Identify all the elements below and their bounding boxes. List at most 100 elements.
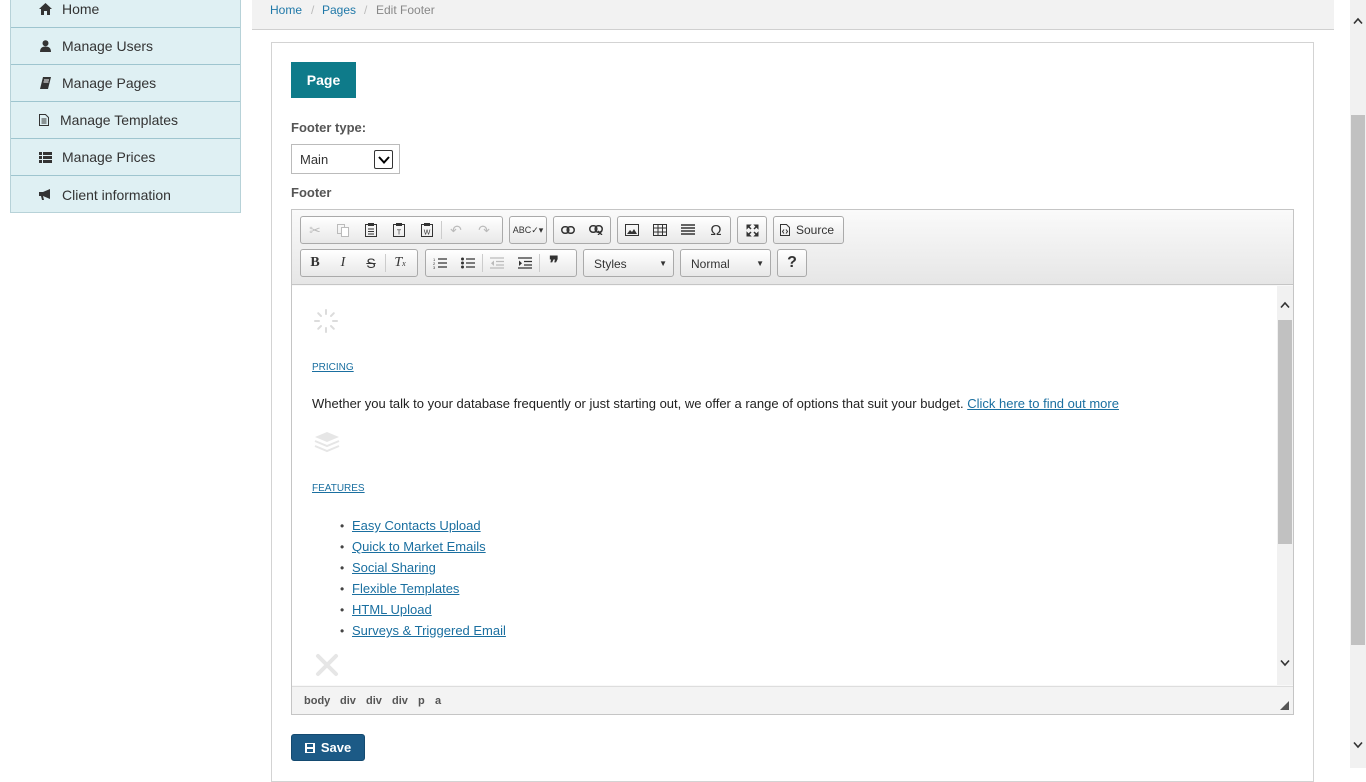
paste-word-icon[interactable]: W bbox=[413, 217, 441, 243]
sidebar-item-home[interactable]: Home bbox=[11, 0, 240, 28]
link-group bbox=[553, 216, 611, 244]
copy-icon[interactable] bbox=[329, 217, 357, 243]
feature-link[interactable]: HTML Upload bbox=[352, 602, 432, 617]
layers-icon bbox=[314, 432, 340, 453]
pricing-paragraph: Whether you talk to your database freque… bbox=[312, 396, 1119, 411]
source-label: Source bbox=[796, 223, 835, 237]
special-character-icon[interactable]: Ω bbox=[702, 217, 730, 243]
blockquote-icon[interactable]: ❞ bbox=[540, 250, 568, 276]
scroll-down-icon[interactable] bbox=[1353, 741, 1363, 749]
sidebar-item-label: Manage Templates bbox=[60, 112, 179, 128]
path-item[interactable]: body bbox=[304, 695, 330, 707]
strikethrough-icon[interactable]: S bbox=[357, 250, 385, 276]
footer-label: Footer bbox=[291, 185, 332, 200]
feature-link[interactable]: Quick to Market Emails bbox=[352, 539, 486, 554]
editor-content[interactable]: PRICING Whether you talk to your databas… bbox=[292, 286, 1277, 685]
help-icon[interactable]: ? bbox=[778, 250, 806, 276]
footer-type-value: Main bbox=[300, 152, 329, 167]
bullhorn-icon bbox=[38, 188, 52, 202]
resize-handle-icon[interactable] bbox=[1280, 701, 1289, 710]
unlink-icon[interactable] bbox=[582, 217, 610, 243]
breadcrumb-pages-link[interactable]: Pages bbox=[322, 3, 356, 17]
pricing-more-link[interactable]: Click here to find out more bbox=[967, 396, 1119, 411]
image-icon[interactable] bbox=[618, 217, 646, 243]
editor-scrollbar[interactable] bbox=[1277, 286, 1293, 685]
feature-link[interactable]: Flexible Templates bbox=[352, 581, 459, 596]
table-icon[interactable] bbox=[646, 217, 674, 243]
tab-page[interactable]: Page bbox=[291, 62, 356, 98]
horizontal-rule-icon[interactable] bbox=[674, 217, 702, 243]
save-label: Save bbox=[320, 740, 352, 755]
feature-link[interactable]: Easy Contacts Upload bbox=[352, 518, 481, 533]
list-item: • Surveys & Triggered Email bbox=[340, 623, 506, 638]
sidebar-item-prices[interactable]: Manage Prices bbox=[11, 139, 240, 176]
spinner-icon bbox=[314, 309, 338, 333]
italic-icon[interactable]: I bbox=[329, 250, 357, 276]
sidebar-item-users[interactable]: Manage Users bbox=[11, 28, 240, 65]
sidebar-item-templates[interactable]: Manage Templates bbox=[11, 102, 240, 139]
sidebar-item-label: Manage Prices bbox=[62, 149, 156, 165]
sidebar-item-client-information[interactable]: Client information bbox=[11, 176, 240, 213]
sidebar-item-label: Home bbox=[62, 1, 100, 17]
paragraph-group: 123 ❞ bbox=[425, 249, 577, 277]
element-path-bar: body div div div p a bbox=[292, 686, 1293, 714]
outdent-icon[interactable] bbox=[483, 250, 511, 276]
spellcheck-icon[interactable]: ABC✓▾ bbox=[510, 217, 546, 243]
path-item[interactable]: div bbox=[340, 695, 356, 707]
list-item: • Flexible Templates bbox=[340, 581, 460, 596]
format-dropdown[interactable]: Normal ▼ bbox=[680, 249, 771, 277]
footer-type-select[interactable]: Main bbox=[291, 144, 400, 174]
redo-icon[interactable]: ↷ bbox=[470, 217, 498, 243]
list-item: • Easy Contacts Upload bbox=[340, 518, 481, 533]
bold-icon[interactable]: B bbox=[301, 250, 329, 276]
maximize-icon[interactable] bbox=[738, 217, 766, 243]
help-group: ? bbox=[777, 249, 807, 277]
undo-icon[interactable]: ↶ bbox=[442, 217, 470, 243]
source-group[interactable]: Source bbox=[773, 216, 844, 244]
scroll-up-icon[interactable] bbox=[1353, 17, 1363, 25]
sidebar-item-label: Manage Pages bbox=[62, 75, 157, 91]
features-list: • Easy Contacts Upload • Quick to Market E… bbox=[340, 515, 506, 641]
svg-text:T: T bbox=[397, 230, 402, 237]
sidebar: Home Manage Users Manage Pages Manage Te… bbox=[10, 0, 241, 213]
path-item[interactable]: div bbox=[366, 695, 382, 707]
paste-icon[interactable] bbox=[357, 217, 385, 243]
numbered-list-icon[interactable]: 123 bbox=[426, 250, 454, 276]
path-item[interactable]: a bbox=[435, 695, 441, 707]
svg-text:W: W bbox=[424, 230, 431, 237]
sidebar-item-pages[interactable]: Manage Pages bbox=[11, 65, 240, 102]
indent-icon[interactable] bbox=[511, 250, 539, 276]
link-icon[interactable] bbox=[554, 217, 582, 243]
remove-format-icon[interactable]: Tx bbox=[386, 250, 414, 276]
breadcrumb: Home / Pages / Edit Footer bbox=[252, 0, 1334, 30]
feature-link[interactable]: Surveys & Triggered Email bbox=[352, 623, 506, 638]
path-item[interactable]: p bbox=[418, 695, 425, 707]
pricing-heading-link[interactable]: PRICING bbox=[312, 362, 354, 373]
format-label: Normal bbox=[691, 257, 730, 271]
save-button[interactable]: Save bbox=[291, 734, 365, 761]
scroll-thumb[interactable] bbox=[1278, 320, 1292, 544]
scroll-up-icon[interactable] bbox=[1280, 301, 1290, 309]
scroll-down-icon[interactable] bbox=[1280, 659, 1290, 667]
features-heading-link[interactable]: FEATURES bbox=[312, 483, 365, 494]
svg-text:3: 3 bbox=[433, 265, 436, 269]
path-item[interactable]: div bbox=[392, 695, 408, 707]
maximize-group bbox=[737, 216, 767, 244]
breadcrumb-home-link[interactable]: Home bbox=[270, 3, 302, 17]
bulleted-list-icon[interactable] bbox=[454, 250, 482, 276]
styles-label: Styles bbox=[594, 257, 627, 271]
spellcheck-group: ABC✓▾ bbox=[509, 216, 547, 244]
caret-down-icon: ▼ bbox=[756, 259, 764, 268]
scroll-thumb[interactable] bbox=[1351, 115, 1365, 645]
basic-styles-group: B I S Tx bbox=[300, 249, 418, 277]
floppy-disk-icon bbox=[304, 742, 315, 753]
sidebar-item-label: Manage Users bbox=[62, 38, 154, 54]
cut-icon[interactable]: ✂ bbox=[301, 217, 329, 243]
list-item: • Social Sharing bbox=[340, 560, 436, 575]
feature-link[interactable]: Social Sharing bbox=[352, 560, 436, 575]
styles-dropdown[interactable]: Styles ▼ bbox=[583, 249, 674, 277]
chevron-down-icon bbox=[374, 150, 393, 169]
paste-text-icon[interactable]: T bbox=[385, 217, 413, 243]
user-icon bbox=[38, 39, 52, 53]
page-scrollbar[interactable] bbox=[1350, 0, 1366, 768]
